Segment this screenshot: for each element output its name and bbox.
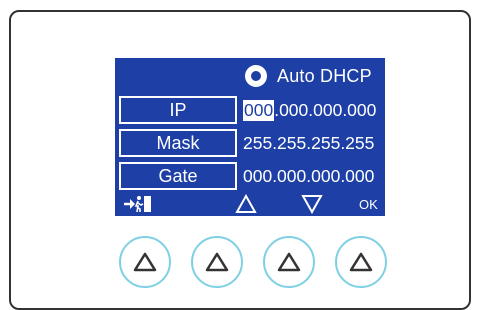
dhcp-label: Auto DHCP	[277, 65, 372, 86]
hardware-button-2[interactable]	[191, 236, 243, 288]
hardware-button-row	[115, 236, 391, 292]
down-triangle-icon	[301, 192, 323, 216]
up-triangle-icon	[133, 252, 157, 272]
ip-label: IP	[119, 96, 237, 124]
up-triangle-icon	[205, 252, 229, 272]
lcd-screen: Auto DHCP IP 000.000.000.000 Mask 255.25…	[115, 58, 385, 216]
softkey-bar: OK	[115, 192, 385, 216]
exit-door-icon	[123, 192, 153, 216]
dhcp-option[interactable]: Auto DHCP	[245, 62, 372, 90]
hardware-button-3[interactable]	[263, 236, 315, 288]
device-panel: Auto DHCP IP 000.000.000.000 Mask 255.25…	[9, 10, 471, 310]
gate-value[interactable]: 000.000.000.000	[243, 162, 374, 190]
up-triangle-icon	[349, 252, 373, 272]
hardware-button-1[interactable]	[119, 236, 171, 288]
mask-value[interactable]: 255.255.255.255	[243, 129, 374, 157]
mask-label: Mask	[119, 129, 237, 157]
hardware-button-4[interactable]	[335, 236, 387, 288]
ip-value[interactable]: 000.000.000.000	[243, 96, 376, 124]
up-triangle-icon	[277, 252, 301, 272]
dhcp-radio[interactable]	[245, 65, 267, 87]
gate-label: Gate	[119, 162, 237, 190]
ip-value-rest: .000.000.000	[274, 99, 377, 120]
up-triangle-icon	[235, 192, 257, 216]
ok-label: OK	[359, 196, 378, 212]
ip-octet-cursor[interactable]: 000	[243, 99, 275, 121]
